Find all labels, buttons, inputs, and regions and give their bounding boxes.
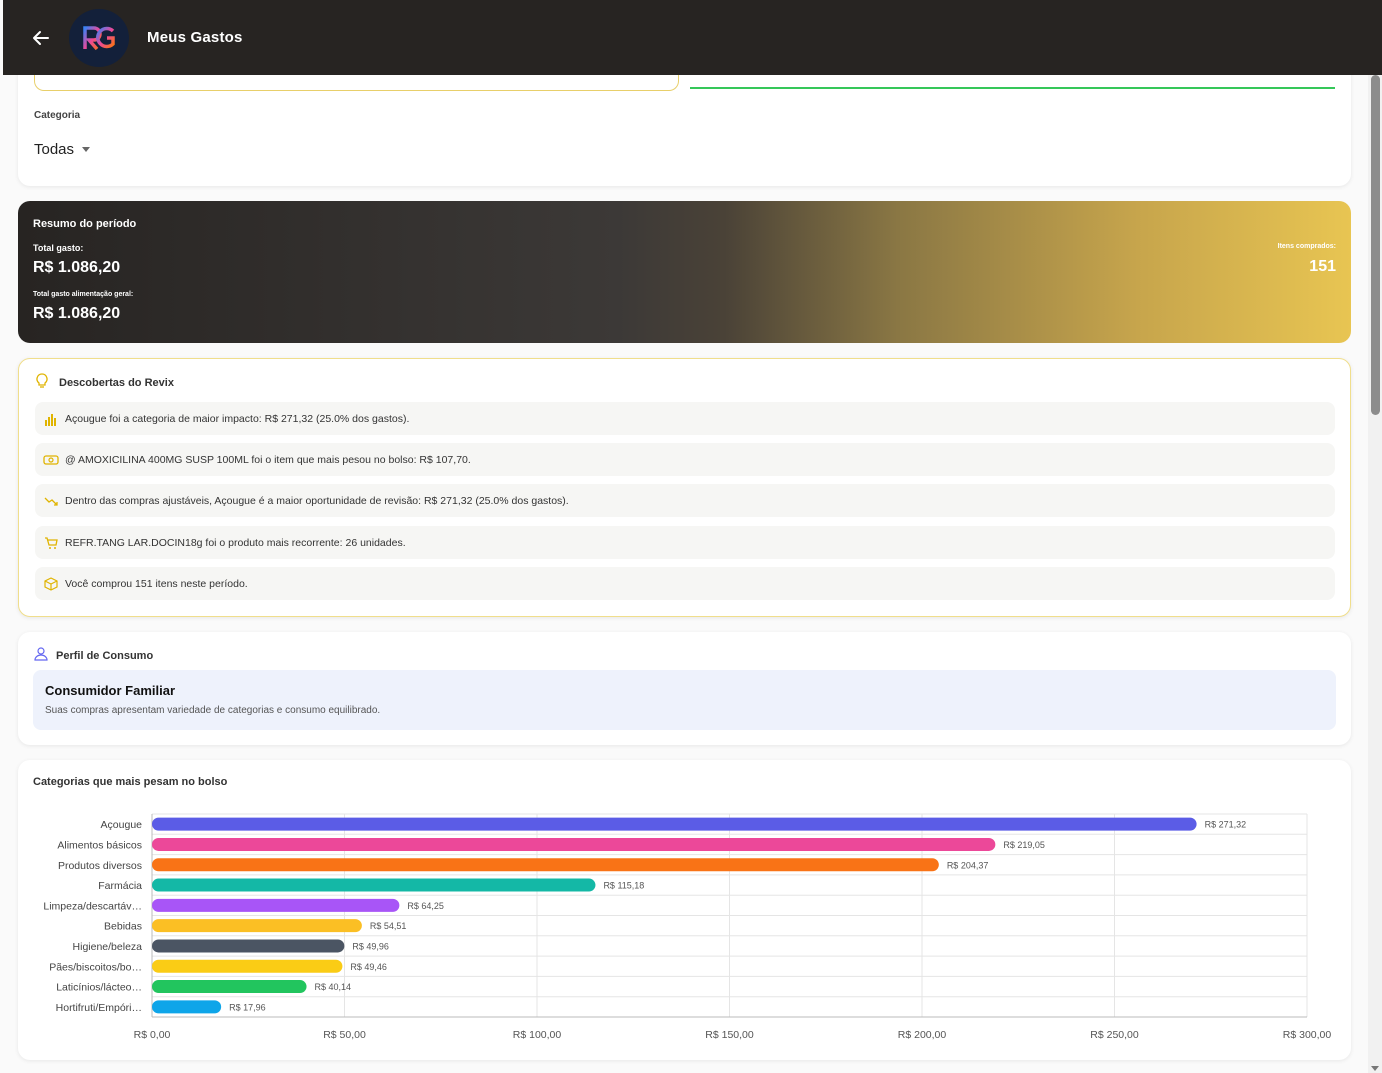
bar (152, 959, 343, 973)
bar-value-label: R$ 115,18 (603, 881, 644, 891)
bar-chart-icon (43, 411, 59, 427)
insight-text: Dentro das compras ajustáveis, Açougue é… (65, 494, 569, 507)
food-spent-label: Total gasto alimentação geral: (33, 291, 134, 298)
page-title: Meus Gastos (147, 29, 243, 46)
summary-title: Resumo do período (33, 218, 137, 230)
y-category-label: Produtos diversos (58, 860, 142, 872)
insights-card: Descobertas do Revix Açougue foi a categ… (18, 358, 1351, 617)
y-category-label: Laticínios/lácteo… (56, 982, 142, 994)
food-spent-value: R$ 1.086,20 (33, 305, 121, 322)
bar (152, 1000, 222, 1014)
insight-text: REFR.TANG LAR.DOCIN18g foi o produto mai… (65, 536, 406, 549)
profile-box: Consumidor Familiar Suas compras apresen… (33, 670, 1336, 730)
profile-description: Suas compras apresentam variedade de cat… (45, 705, 381, 716)
box-icon (43, 576, 59, 592)
bar (152, 939, 345, 953)
profile-header: Perfil de Consumo (34, 647, 153, 664)
user-icon (34, 647, 48, 664)
items-bought-label: Itens comprados: (1277, 243, 1336, 250)
y-category-label: Limpeza/descartáv… (43, 900, 142, 912)
bar-value-label: R$ 40,14 (315, 982, 352, 992)
insight-item: REFR.TANG LAR.DOCIN18g foi o produto mai… (35, 526, 1335, 559)
bar (152, 898, 400, 912)
top-app-bar: Meus Gastos (3, 0, 1382, 75)
bar-value-label: R$ 271,32 (1205, 820, 1247, 830)
bar (152, 817, 1197, 831)
trending-down-icon (43, 493, 59, 509)
insight-text: Você comprou 151 itens neste período. (65, 577, 248, 590)
scroll-down-arrow-icon[interactable] (1371, 1066, 1379, 1071)
back-arrow-icon[interactable] (29, 26, 53, 50)
profile-name: Consumidor Familiar (45, 683, 176, 698)
bar-value-label: R$ 64,25 (407, 901, 444, 911)
insights-header: Descobertas do Revix (35, 373, 174, 392)
category-bar-chart: R$ 0,00 R$ 50,00 R$ 100,00 R$ 150,00 R$ 200,… (43, 813, 1332, 1041)
x-tick-label: R$ 200,00 (898, 1029, 947, 1041)
insight-item: Dentro das compras ajustáveis, Açougue é… (35, 484, 1335, 517)
cart-icon (43, 535, 59, 551)
dropdown-caret-icon (82, 147, 91, 152)
filters-card: Categoria Todas (18, 60, 1351, 186)
total-spent-label: Total gasto: (33, 243, 84, 253)
bar (152, 980, 307, 994)
insight-item: Açougue foi a categoria de maior impacto… (35, 402, 1335, 435)
bar-value-label: R$ 54,51 (370, 921, 407, 931)
insight-text: @ AMOXICILINA 400MG SUSP 100ML foi o ite… (65, 453, 471, 466)
bar-value-label: R$ 219,05 (1003, 840, 1045, 850)
x-tick-label: R$ 100,00 (513, 1029, 562, 1041)
y-category-label: Hortifruti/Empóri… (56, 1002, 142, 1014)
lightbulb-icon (35, 373, 49, 392)
x-tick-label: R$ 0,00 (134, 1029, 171, 1041)
total-spent-value: R$ 1.086,20 (33, 259, 121, 276)
bar (152, 858, 939, 872)
y-category-label: Alimentos básicos (57, 839, 142, 851)
insights-title: Descobertas do Revix (59, 376, 174, 389)
y-category-label: Açougue (101, 819, 143, 831)
y-category-label: Farmácia (98, 880, 142, 892)
profile-title: Perfil de Consumo (56, 649, 154, 662)
app-logo (69, 8, 129, 67)
x-tick-label: R$ 50,00 (323, 1029, 366, 1041)
category-label: Categoria (34, 110, 81, 121)
category-chart-card: Categorias que mais pesam no bolso R$ 0,… (18, 760, 1351, 1060)
bar (152, 837, 996, 851)
x-tick-label: R$ 150,00 (705, 1029, 754, 1041)
bar (152, 919, 362, 933)
insight-item: Você comprou 151 itens neste período. (35, 567, 1335, 600)
category-select-value: Todas (34, 141, 75, 158)
bar-value-label: R$ 17,96 (229, 1002, 266, 1012)
scrollbar[interactable] (1368, 75, 1382, 1073)
y-category-label: Bebidas (104, 921, 142, 933)
period-summary-card: Resumo do período Total gasto: R$ 1.086,… (18, 201, 1351, 343)
bar-value-label: R$ 49,46 (350, 962, 387, 972)
y-category-label: Higiene/beleza (73, 941, 143, 953)
scrollbar-thumb[interactable] (1371, 75, 1380, 415)
bar (152, 878, 596, 892)
x-tick-label: R$ 300,00 (1283, 1029, 1332, 1041)
bar-value-label: R$ 49,96 (352, 941, 389, 951)
bar-value-label: R$ 204,37 (947, 860, 989, 870)
items-bought-value: 151 (1309, 258, 1336, 275)
category-select[interactable]: Todas (34, 141, 91, 158)
x-tick-label: R$ 250,00 (1090, 1029, 1139, 1041)
date-field-underline (690, 87, 1335, 89)
insight-text: Açougue foi a categoria de maior impacto… (65, 412, 410, 425)
consumption-profile-card: Perfil de Consumo Consumidor Familiar Su… (18, 632, 1351, 745)
money-icon (43, 452, 59, 468)
insight-item: @ AMOXICILINA 400MG SUSP 100ML foi o ite… (35, 443, 1335, 476)
y-category-label: Pães/biscoitos/bo… (49, 961, 142, 973)
